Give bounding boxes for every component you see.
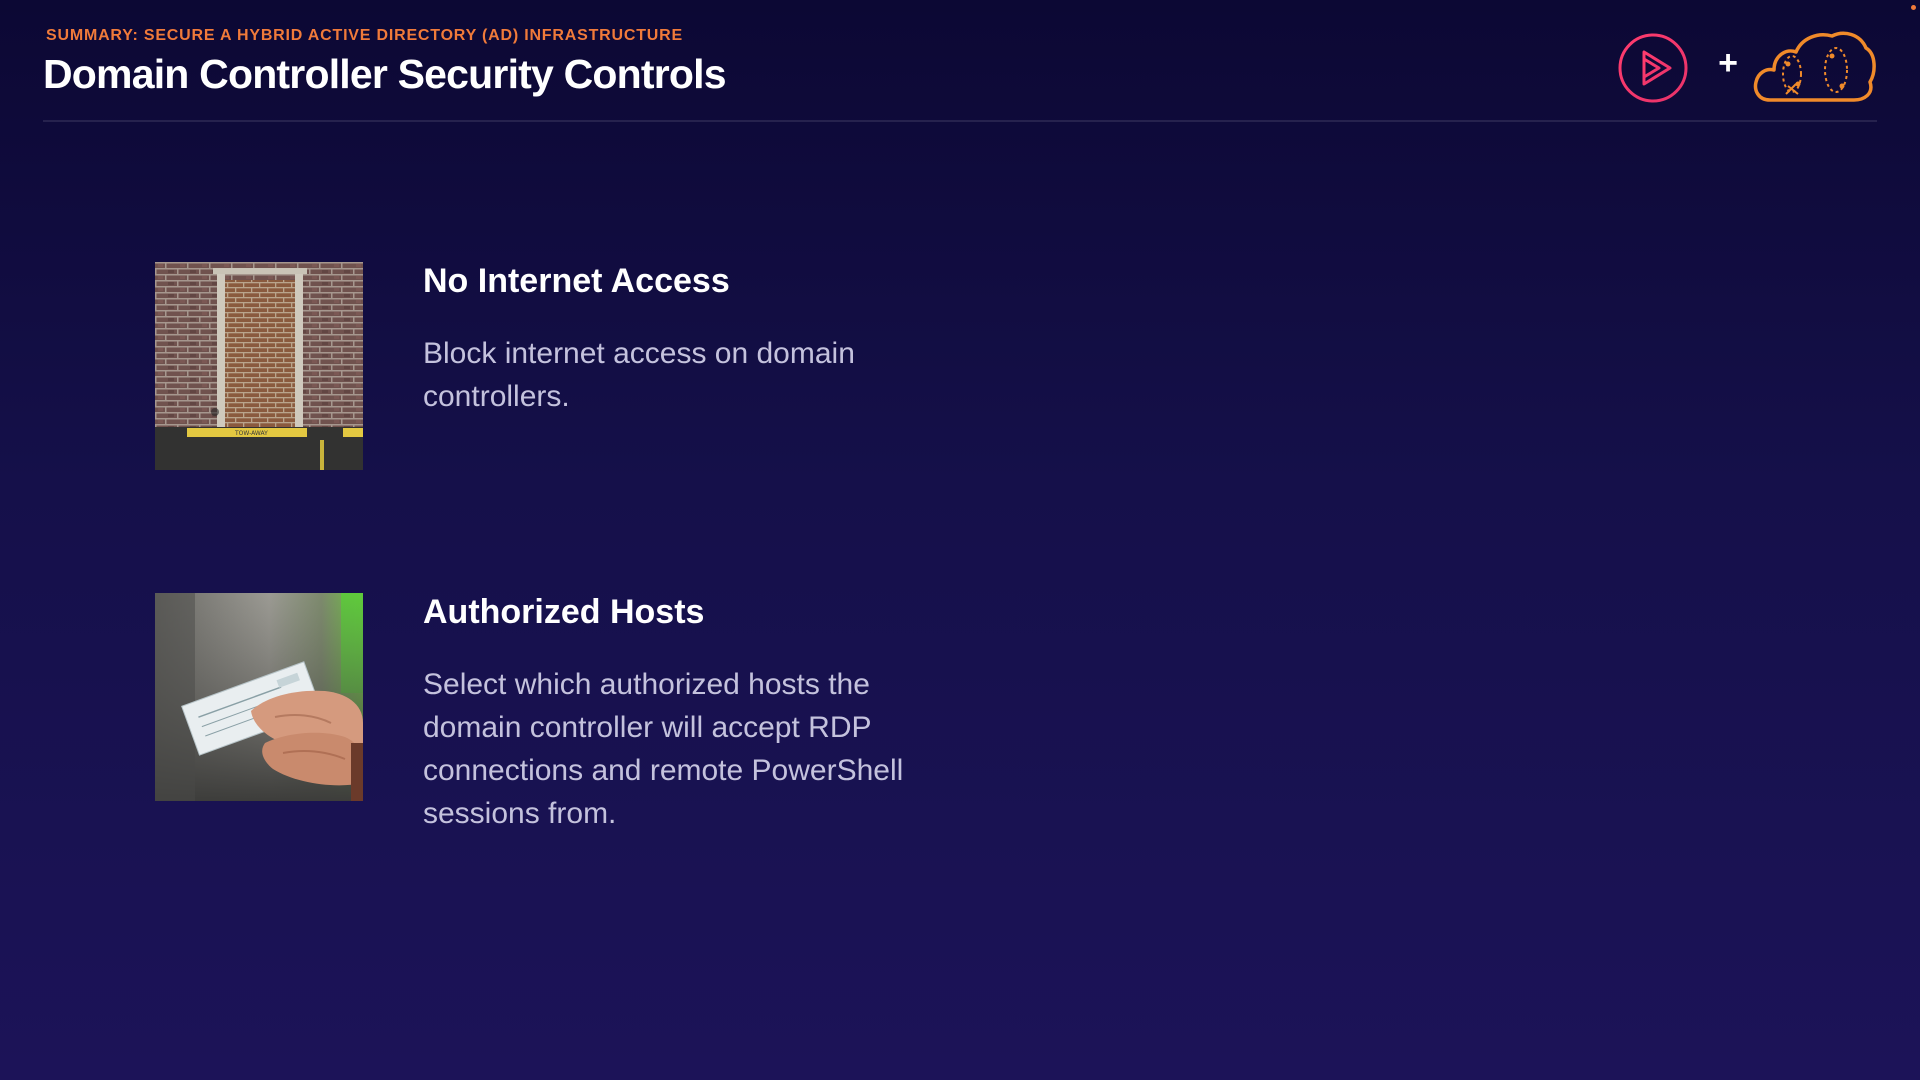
page-title: Domain Controller Security Controls bbox=[43, 51, 727, 97]
slide-eyebrow: SUMMARY: SECURE A HYBRID ACTIVE DIRECTOR… bbox=[46, 27, 683, 44]
item-title: No Internet Access bbox=[423, 262, 730, 300]
pluralsight-play-logo-icon bbox=[1618, 33, 1688, 103]
slide-header: SUMMARY: SECURE A HYBRID ACTIVE DIRECTOR… bbox=[43, 24, 1877, 122]
hands-holding-check-photo bbox=[155, 593, 363, 801]
bricked-up-doorway-photo: TOW-AWAY bbox=[155, 262, 363, 470]
plus-sign: + bbox=[1718, 44, 1738, 82]
logo-group: + bbox=[1617, 28, 1877, 104]
item-title: Authorized Hosts bbox=[423, 593, 705, 631]
svg-text:TOW-AWAY: TOW-AWAY bbox=[234, 430, 268, 437]
item-description: Select which authorized hosts the domain… bbox=[423, 668, 904, 830]
cloud-logo-icon bbox=[1753, 31, 1876, 102]
corner-dot bbox=[1911, 5, 1916, 10]
item-description: Block internet access on domain controll… bbox=[423, 337, 855, 413]
